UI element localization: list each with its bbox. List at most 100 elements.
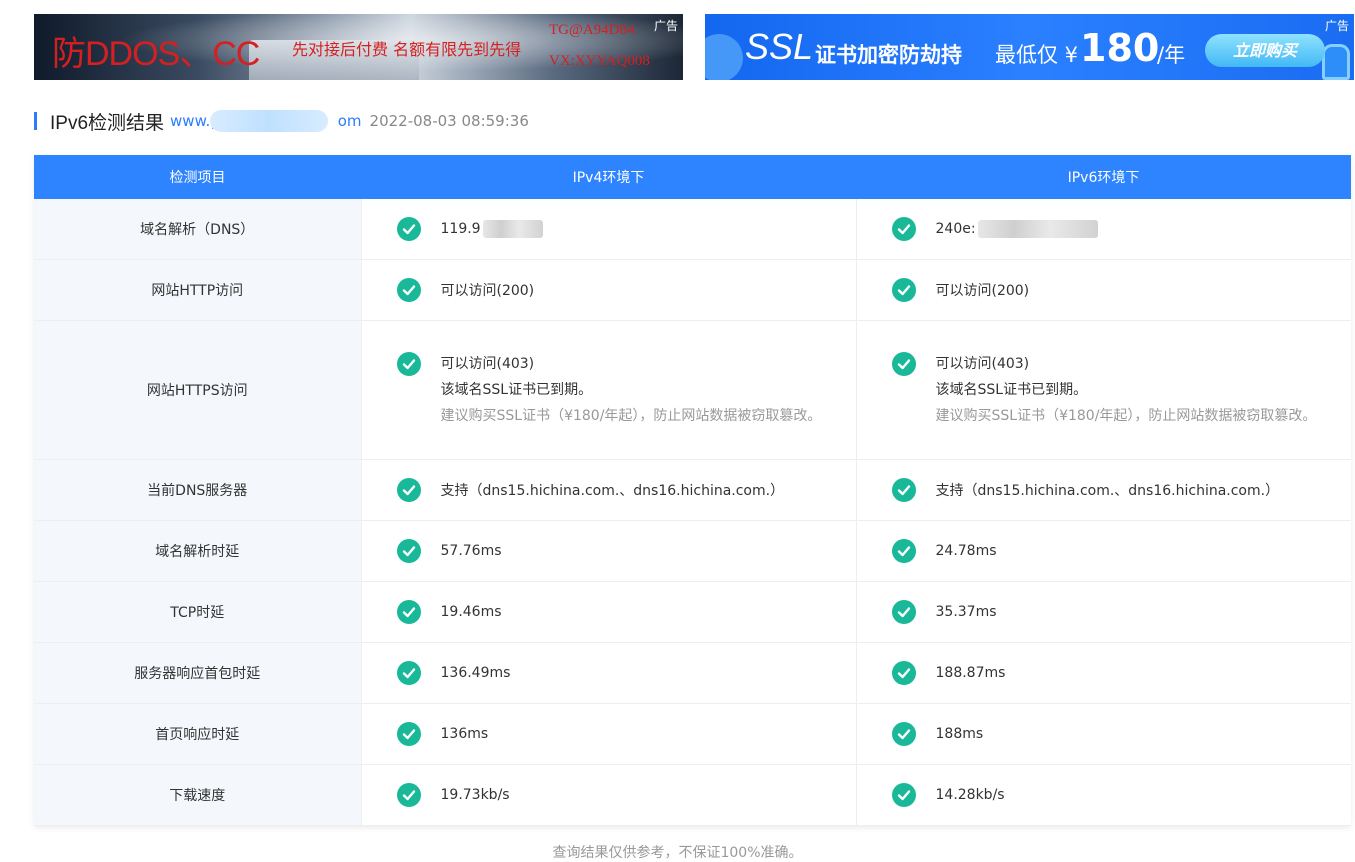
table-row: 当前DNS服务器 支持（dns15.hichina.com.、dns16.hic… xyxy=(34,459,1351,521)
ipv4-cell: 19.46ms xyxy=(360,581,856,643)
value-text: 136ms xyxy=(440,726,489,742)
disclaimer-text: 查询结果仅供参考，不保证100%准确。 xyxy=(552,845,803,861)
ipv4-cell: 136ms xyxy=(360,703,856,765)
value-text: 24.78ms xyxy=(935,543,997,559)
redaction-blur xyxy=(977,220,1098,238)
ad-ssl-price: 180 xyxy=(1080,26,1160,70)
check-circle-icon xyxy=(396,661,421,685)
domain-mask xyxy=(210,110,329,132)
row-label: 网站HTTP访问 xyxy=(34,259,361,321)
value-text: 19.46ms xyxy=(440,604,502,620)
value-text: 119.9 xyxy=(440,221,481,237)
ipv4-cell: 可以访问(403) 该域名SSL证书已到期。 建议购买SSL证书（¥180/年起… xyxy=(360,320,856,460)
ipv4-cell: 136.49ms xyxy=(360,642,856,704)
row-label: 下载速度 xyxy=(34,764,361,826)
row-label: TCP时延 xyxy=(34,581,361,643)
value-text: 188ms xyxy=(935,726,984,742)
result-table: 检测项目 IPv4环境下 IPv6环境下 域名解析（DNS） 119.9 240… xyxy=(34,155,1351,826)
https-status: 可以访问(403) xyxy=(440,356,535,372)
ad-banner-ddos[interactable]: 广告 防DDOS、CC 先对接后付费 名额有限先到先得 TG@A94D84 VX… xyxy=(34,14,683,80)
table-row: 下载速度 19.73kb/s 14.28kb/s xyxy=(34,764,1351,826)
ssl-expired-note: 该域名SSL证书已到期。 xyxy=(440,382,593,398)
ssl-suggestion-link[interactable]: 建议购买SSL证书（¥180/年起），防止网站数据被窃取篡改。 xyxy=(441,403,822,429)
check-circle-icon xyxy=(891,661,916,685)
ipv6-cell: 可以访问(200) xyxy=(855,259,1351,321)
row-label: 当前DNS服务器 xyxy=(34,459,361,521)
value-text: 19.73kb/s xyxy=(440,787,510,803)
ad-subline: 先对接后付费 名额有限先到先得 xyxy=(292,40,522,59)
ad-ssl-price-label: 最低仅 ¥ xyxy=(995,43,1079,67)
ad-ssl-unit: /年 xyxy=(1157,43,1186,67)
decor-circle xyxy=(705,34,743,80)
ipv4-cell: 19.73kb/s xyxy=(360,764,856,826)
check-circle-icon xyxy=(891,352,916,376)
ad-contact-tg: TG@A94D84 xyxy=(549,22,635,38)
check-circle-icon xyxy=(396,600,421,624)
title-accent-bar xyxy=(34,112,37,130)
check-circle-icon xyxy=(891,539,916,563)
row-label: 网站HTTPS访问 xyxy=(34,320,361,460)
check-circle-icon xyxy=(396,539,421,563)
check-circle-icon xyxy=(891,722,916,746)
value-text: 14.28kb/s xyxy=(935,787,1005,803)
value-text: 可以访问(200) xyxy=(440,283,535,299)
value-text: 240e: xyxy=(935,221,976,237)
ipv6-cell: 240e: xyxy=(855,199,1351,260)
check-circle-icon xyxy=(396,352,421,376)
value-text: 35.37ms xyxy=(935,604,997,620)
ad-tag: 广告 xyxy=(653,19,678,33)
table-row: TCP时延 19.46ms 35.37ms xyxy=(34,581,1351,643)
ipv6-cell: 188.87ms xyxy=(855,642,1351,704)
value-text: 136.49ms xyxy=(440,665,511,681)
ssl-expired-note: 该域名SSL证书已到期。 xyxy=(935,382,1088,398)
check-circle-icon xyxy=(396,217,421,241)
value-text: 支持（dns15.hichina.com.、dns16.hichina.com.… xyxy=(440,483,785,499)
table-row: 服务器响应首包时延 136.49ms 188.87ms xyxy=(34,642,1351,704)
table-row: 域名解析（DNS） 119.9 240e: xyxy=(34,199,1351,260)
check-circle-icon xyxy=(396,783,421,807)
table-row: 网站HTTP访问 可以访问(200) 可以访问(200) xyxy=(34,259,1351,321)
ipv6-cell: 14.28kb/s xyxy=(855,764,1351,826)
domain-suffix: om xyxy=(337,112,362,130)
ad-tag: 广告 xyxy=(1324,19,1349,33)
ad-headline: 防DDOS、CC xyxy=(52,35,260,73)
check-circle-icon xyxy=(891,217,916,241)
check-circle-icon xyxy=(891,600,916,624)
ad-banner-ssl[interactable]: 广告 SSL 证书加密防劫持 最低仅 ¥ 180 /年 立即购买 xyxy=(705,14,1354,80)
ipv6-cell: 24.78ms xyxy=(855,520,1351,582)
ad-ssl-slogan: 证书加密防劫持 xyxy=(815,43,962,67)
column-header-item: 检测项目 xyxy=(34,155,361,199)
row-label: 域名解析时延 xyxy=(34,520,361,582)
check-circle-icon xyxy=(396,278,421,302)
check-circle-icon xyxy=(891,783,916,807)
value-text: 可以访问(200) xyxy=(935,283,1030,299)
row-label: 首页响应时延 xyxy=(34,703,361,765)
table-row: 域名解析时延 57.76ms 24.78ms xyxy=(34,520,1351,582)
value-text: 188.87ms xyxy=(935,665,1006,681)
ad-ssl-text: SSL xyxy=(745,26,814,67)
check-circle-icon xyxy=(891,478,916,502)
check-circle-icon xyxy=(396,478,421,502)
table-header-row: 检测项目 IPv4环境下 IPv6环境下 xyxy=(34,155,1351,199)
column-header-ipv6: IPv6环境下 xyxy=(856,155,1351,199)
ipv6-cell: 可以访问(403) 该域名SSL证书已到期。 建议购买SSL证书（¥180/年起… xyxy=(855,320,1351,460)
ipv4-cell: 支持（dns15.hichina.com.、dns16.hichina.com.… xyxy=(360,459,856,521)
check-circle-icon xyxy=(891,278,916,302)
ipv6-cell: 支持（dns15.hichina.com.、dns16.hichina.com.… xyxy=(855,459,1351,521)
checked-domain[interactable]: www.g om xyxy=(170,110,362,132)
table-row: 首页响应时延 136ms 188ms xyxy=(34,703,1351,765)
table-row: 网站HTTPS访问 可以访问(403) 该域名SSL证书已到期。 建议购买SSL… xyxy=(34,320,1351,460)
ipv4-cell: 可以访问(200) xyxy=(360,259,856,321)
check-circle-icon xyxy=(396,722,421,746)
buy-now-button[interactable]: 立即购买 xyxy=(1205,34,1325,67)
ssl-suggestion-link[interactable]: 建议购买SSL证书（¥180/年起），防止网站数据被窃取篡改。 xyxy=(936,403,1317,429)
check-time: 2022-08-03 08:59:36 xyxy=(369,112,529,130)
ipv4-cell: 57.76ms xyxy=(360,520,856,582)
row-label: 服务器响应首包时延 xyxy=(34,642,361,704)
ipv4-cell: 119.9 xyxy=(360,199,856,260)
column-header-ipv4: IPv4环境下 xyxy=(361,155,856,199)
row-label: 域名解析（DNS） xyxy=(34,199,361,260)
lock-icon xyxy=(1322,44,1350,80)
section-header: IPv6检测结果 www.g om 2022-08-03 08:59:36 xyxy=(34,108,529,134)
page-title: IPv6检测结果 xyxy=(50,112,165,134)
